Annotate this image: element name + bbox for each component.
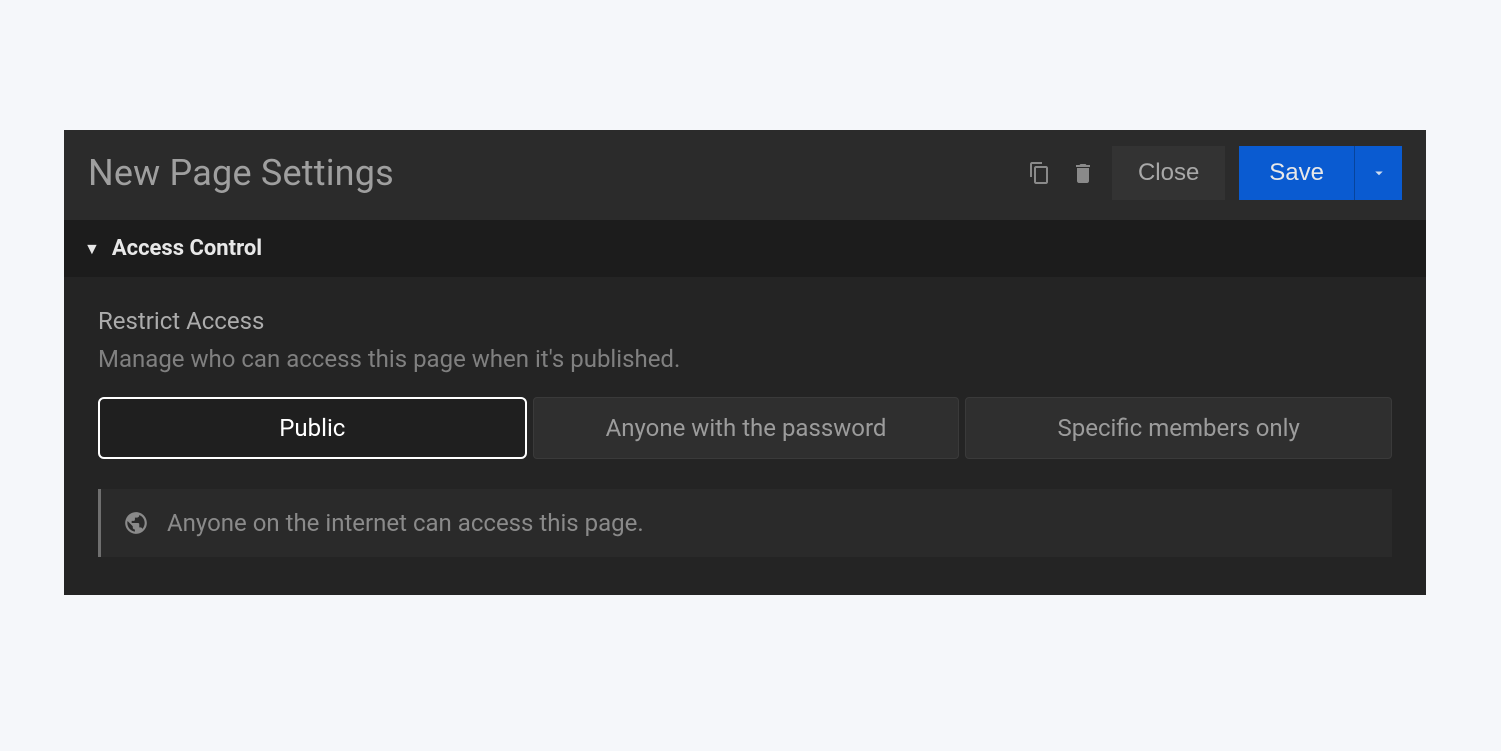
- restrict-access-desc: Manage who can access this page when it'…: [98, 345, 1392, 373]
- save-button-group: Save: [1239, 146, 1402, 200]
- panel-header: New Page Settings Close Save: [64, 130, 1426, 220]
- chevron-down-icon: [1370, 164, 1388, 182]
- access-option-label: Anyone with the password: [606, 414, 887, 442]
- access-info-text: Anyone on the internet can access this p…: [167, 509, 644, 537]
- access-segmented-control: Public Anyone with the password Specific…: [98, 397, 1392, 459]
- copy-icon[interactable]: [1024, 158, 1054, 188]
- trash-icon[interactable]: [1068, 158, 1098, 188]
- panel-title: New Page Settings: [88, 152, 394, 194]
- section-body: Restrict Access Manage who can access th…: [64, 277, 1426, 595]
- access-option-public[interactable]: Public: [98, 397, 527, 459]
- collapse-triangle-icon: ▼: [84, 241, 100, 257]
- access-option-password[interactable]: Anyone with the password: [533, 397, 960, 459]
- header-actions: Close Save: [1024, 146, 1402, 200]
- access-option-label: Public: [279, 414, 345, 442]
- close-button[interactable]: Close: [1112, 146, 1225, 200]
- section-header-access-control[interactable]: ▼ Access Control: [64, 220, 1426, 277]
- save-dropdown-button[interactable]: [1354, 146, 1402, 200]
- section-title: Access Control: [112, 236, 262, 261]
- page-settings-panel: New Page Settings Close Save: [64, 130, 1426, 595]
- globe-icon: [123, 510, 149, 536]
- access-option-members[interactable]: Specific members only: [965, 397, 1392, 459]
- restrict-access-title: Restrict Access: [98, 307, 1392, 335]
- save-button[interactable]: Save: [1239, 146, 1354, 200]
- access-info-box: Anyone on the internet can access this p…: [98, 489, 1392, 557]
- access-option-label: Specific members only: [1058, 414, 1300, 442]
